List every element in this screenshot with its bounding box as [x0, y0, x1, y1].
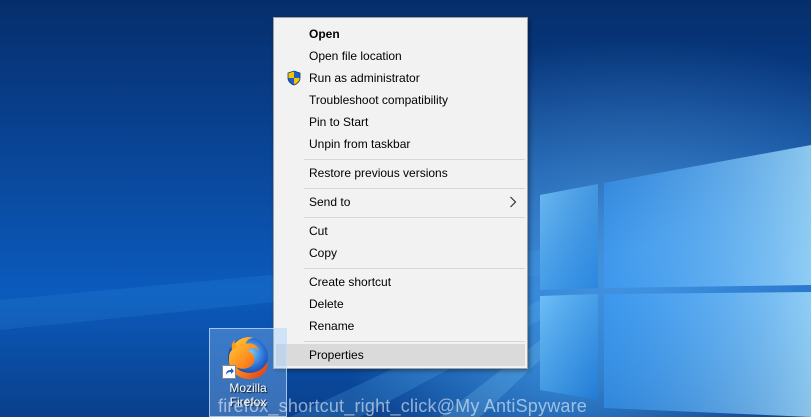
menu-item-open[interactable]: Open — [276, 23, 525, 45]
menu-item-cut[interactable]: Cut — [276, 220, 525, 242]
menu-separator — [304, 159, 525, 160]
menu-item-label: Properties — [309, 348, 364, 362]
menu-item-copy[interactable]: Copy — [276, 242, 525, 264]
menu-item-troubleshoot-compatibility[interactable]: Troubleshoot compatibility — [276, 89, 525, 111]
menu-item-unpin-from-taskbar[interactable]: Unpin from taskbar — [276, 133, 525, 155]
context-menu: Open Open file location Run as administr… — [273, 17, 528, 369]
menu-item-label: Restore previous versions — [309, 166, 448, 180]
menu-item-delete[interactable]: Delete — [276, 293, 525, 315]
menu-item-restore-previous-versions[interactable]: Restore previous versions — [276, 162, 525, 184]
menu-item-label: Copy — [309, 246, 338, 260]
menu-item-label: Delete — [309, 297, 344, 311]
menu-item-label: Open — [309, 27, 340, 41]
menu-item-label: Rename — [309, 319, 355, 333]
watermark-text: firefox_shortcut_right_click@My AntiSpyw… — [218, 396, 588, 416]
menu-item-label: Send to — [309, 195, 351, 209]
menu-item-rename[interactable]: Rename — [276, 315, 525, 337]
menu-item-pin-to-start[interactable]: Pin to Start — [276, 111, 525, 133]
menu-item-label: Unpin from taskbar — [309, 137, 411, 151]
desktop-icon-label-line1: Mozilla — [229, 381, 267, 395]
menu-separator — [304, 268, 525, 269]
menu-item-label: Cut — [309, 224, 328, 238]
menu-item-label: Troubleshoot compatibility — [309, 93, 448, 107]
menu-item-properties[interactable]: Properties — [276, 344, 525, 366]
menu-item-send-to[interactable]: Send to — [276, 191, 525, 213]
menu-item-label: Run as administrator — [309, 71, 420, 85]
menu-separator — [304, 341, 525, 342]
menu-separator — [304, 188, 525, 189]
menu-item-run-as-administrator[interactable]: Run as administrator — [276, 67, 525, 89]
menu-item-open-file-location[interactable]: Open file location — [276, 45, 525, 67]
menu-separator — [304, 217, 525, 218]
menu-item-label: Create shortcut — [309, 275, 392, 289]
uac-shield-icon — [287, 70, 301, 86]
menu-item-create-shortcut[interactable]: Create shortcut — [276, 271, 525, 293]
shortcut-arrow-icon — [222, 365, 236, 379]
menu-item-label: Pin to Start — [309, 115, 369, 129]
menu-item-label: Open file location — [309, 49, 402, 63]
chevron-right-icon — [510, 196, 517, 208]
